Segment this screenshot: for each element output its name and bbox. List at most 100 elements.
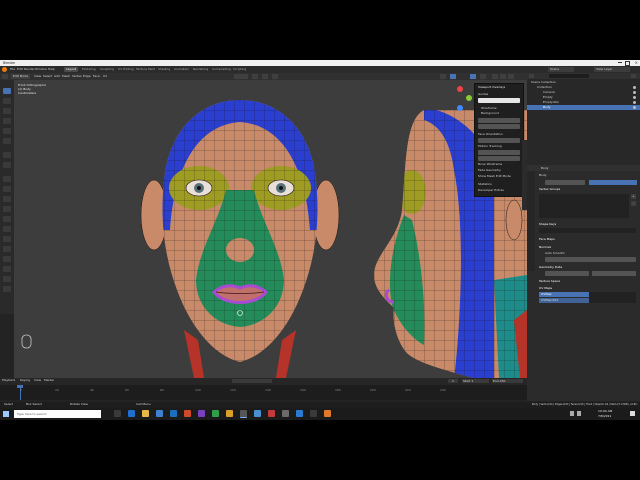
header-uv[interactable]: UV [103,74,107,79]
task-view-icon[interactable] [114,410,121,417]
poly-build-tool-icon[interactable] [3,226,11,232]
app-icon[interactable] [268,410,275,417]
tab-texture-paint[interactable]: Texture Paint [134,67,157,72]
guides-field[interactable] [478,98,520,103]
menu-help[interactable]: Help [48,67,55,72]
app-icon[interactable] [226,410,233,417]
header-edge[interactable]: Edge [83,74,91,79]
uv-map-row[interactable]: UVMap.001 [539,298,589,303]
shear-tool-icon[interactable] [3,276,11,282]
knife-tool-icon[interactable] [3,216,11,222]
uv-maps-title[interactable]: UV Maps [539,286,552,291]
timeline-menu-keying[interactable]: Keying [20,378,30,383]
shrink-fatten-tool-icon[interactable] [3,266,11,272]
3d-viewport[interactable]: Front Orthographic (1) Body Centimeters … [14,80,527,378]
tab-compositing[interactable]: Compositing [210,67,233,72]
tab-layout[interactable]: Layout [64,67,79,72]
tab-rendering[interactable]: Rendering [191,67,210,72]
overlay-field-5[interactable] [478,156,520,161]
app-icon[interactable] [296,410,303,417]
app-icon[interactable] [254,410,261,417]
header-select[interactable]: Select [43,74,52,79]
measure-tool-icon[interactable] [3,162,11,168]
app-icon[interactable] [198,410,205,417]
visibility-icon[interactable] [440,74,446,79]
outliner-selected-row[interactable]: Body [527,105,640,110]
overlay-field-4[interactable] [478,150,520,155]
blender-logo-icon[interactable] [2,67,7,72]
shading-solid-icon[interactable] [492,74,498,79]
overlay-check-statistics[interactable]: Statistics [478,182,492,187]
scene-selector[interactable]: Scene [548,67,574,72]
select-box-tool-icon[interactable] [3,88,11,94]
visibility-eye-icon[interactable] [633,86,636,89]
menu-window[interactable]: Window [35,67,47,72]
menu-file[interactable]: File [10,67,15,72]
overlay-item-motion-tracking[interactable]: Motion Tracking [478,144,502,149]
network-icon[interactable] [570,411,574,416]
tab-animation[interactable]: Animation [172,67,191,72]
vertex-groups-list[interactable] [539,194,629,218]
volume-icon[interactable] [577,411,581,416]
uv-map-list-extra[interactable] [589,292,636,303]
snap-icon[interactable] [262,74,268,79]
shading-material-icon[interactable] [500,74,506,79]
shape-keys-list[interactable] [539,228,636,233]
proportional-edit-icon[interactable] [272,74,278,79]
header-face[interactable]: Face [93,74,100,79]
move-tool-icon[interactable] [3,108,11,114]
blender-taskbar-icon[interactable] [240,410,247,418]
header-add[interactable]: Add [54,74,60,79]
tab-uv-editing[interactable]: UV Editing [116,67,136,72]
overlay-field-3[interactable] [478,138,520,143]
tab-shading[interactable]: Shading [156,67,172,72]
clock-date[interactable]: 7/8/2019 [598,414,611,418]
overlay-item-bone-wireframe[interactable]: Bone Wireframe [478,162,502,167]
mesh-data-buttons[interactable] [589,180,637,185]
auto-smooth-angle-field[interactable] [545,257,636,262]
app-icon[interactable] [310,410,317,417]
overlay-item-face-orientation[interactable]: Face Orientation [478,132,503,137]
visibility-eye-icon[interactable] [633,96,636,99]
overlays-icon[interactable] [470,74,476,79]
normals-title[interactable]: Normals [539,245,551,250]
filter-icon[interactable] [631,74,636,78]
header-vertex[interactable]: Vertex [72,74,82,79]
app-icon[interactable] [282,410,289,417]
texture-space-title[interactable]: Texture Space [539,279,560,284]
windows-start-icon[interactable] [3,411,9,417]
rotate-tool-icon[interactable] [3,118,11,124]
visibility-eye-icon[interactable] [633,106,636,109]
timeline-menu-view[interactable]: View [34,378,41,383]
overlay-item-fade-geometry[interactable]: Fade Geometry [478,168,501,173]
editor-type-icon[interactable] [2,74,8,79]
tab-modeling[interactable]: Modeling [80,67,98,72]
geometry-field-2[interactable] [592,271,636,276]
timeline-menu-playback[interactable]: Playback [2,378,15,383]
edge-slide-tool-icon[interactable] [3,256,11,262]
shape-keys-title[interactable]: Shape Keys [539,222,556,227]
vertex-groups-title[interactable]: Vertex Groups [539,187,560,192]
start-frame-field[interactable]: Start 1 [462,379,489,383]
overlay-item-show-mesh-edit-mode[interactable]: Show Mesh Edit Mode [478,174,511,179]
visibility-eye-icon[interactable] [633,91,636,94]
overlay-item-background[interactable]: Background [481,111,499,116]
auto-smooth-label[interactable]: Auto Smooth [545,251,565,256]
extrude-tool-icon[interactable] [3,176,11,182]
store-icon[interactable] [156,410,163,417]
gizmo-icon[interactable] [450,74,456,79]
close-icon[interactable]: × [635,60,638,65]
taskbar-search-input[interactable]: Type here to search [14,410,101,418]
app-icon[interactable] [212,410,219,417]
shading-rendered-icon[interactable] [508,74,514,79]
timeline-track[interactable]: 0 20 40 60 80 100 120 140 160 180 200 22… [0,385,527,400]
edge-browser-icon[interactable] [128,410,135,417]
inset-tool-icon[interactable] [3,186,11,192]
annotate-tool-icon[interactable] [3,152,11,158]
spin-tool-icon[interactable] [3,236,11,242]
scale-tool-icon[interactable] [3,128,11,134]
app-icon[interactable] [324,410,331,417]
clock-time[interactable]: 10:04 AM [598,409,612,413]
add-group-button[interactable]: + [631,194,636,199]
tab-sculpting[interactable]: Sculpting [98,67,116,72]
